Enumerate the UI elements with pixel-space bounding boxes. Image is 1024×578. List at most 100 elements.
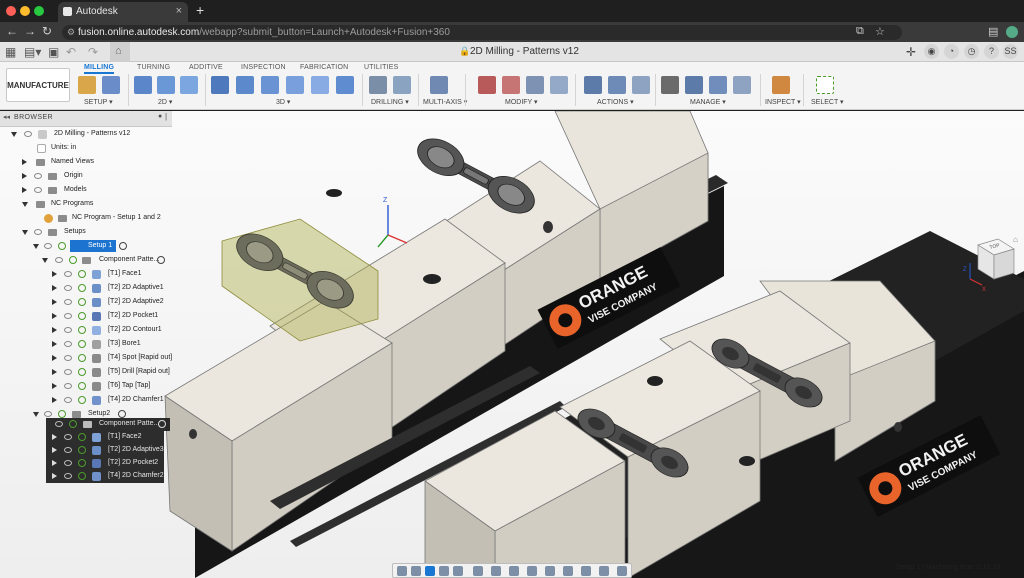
tool-library-icon[interactable]	[661, 76, 679, 94]
tree-item-setups[interactable]: Setups	[0, 226, 140, 239]
tree-item-named-views[interactable]: Named Views	[0, 156, 140, 169]
pan-icon[interactable]	[425, 566, 435, 576]
fit-icon[interactable]	[453, 566, 463, 576]
select-window-icon[interactable]	[816, 76, 834, 94]
transform-icon[interactable]	[550, 76, 568, 94]
tree-op-face2[interactable]: [T1] Face2	[46, 431, 164, 444]
swarf-icon[interactable]	[430, 76, 448, 94]
help-icon[interactable]: ?	[984, 44, 999, 59]
eye-icon[interactable]	[24, 131, 32, 137]
save-icon[interactable]: ▣	[48, 45, 59, 59]
pattern-icon[interactable]	[526, 76, 544, 94]
app-grid-icon[interactable]: ▦	[5, 45, 16, 59]
3d-adaptive-icon[interactable]	[211, 76, 229, 94]
tree-op-2d-chamfer2[interactable]: [T4] 2D Chamfer2	[46, 470, 164, 483]
tree-item-nc-programs[interactable]: NC Programs	[0, 198, 140, 211]
user-avatar[interactable]: SS	[1003, 44, 1018, 59]
group-select[interactable]: SELECT ▾	[811, 98, 844, 106]
activate-radio[interactable]	[157, 256, 165, 264]
group-actions[interactable]: ACTIONS ▾	[597, 98, 634, 106]
parallel-icon[interactable]	[286, 76, 304, 94]
tree-op-face1[interactable]: [T1] Face1	[0, 268, 180, 281]
post-process-icon[interactable]	[608, 76, 626, 94]
scissors-icon[interactable]	[478, 76, 496, 94]
activate-radio[interactable]	[158, 420, 166, 428]
grid-settings-icon[interactable]	[491, 566, 501, 576]
tree-item-component-pattern-2[interactable]: Component Patte...	[46, 418, 170, 431]
visual-style-icon[interactable]	[563, 566, 573, 576]
tree-op-spot[interactable]: [T4] Spot [Rapid out]	[0, 352, 180, 365]
camera-icon[interactable]	[527, 566, 537, 576]
tree-item-document[interactable]: 2D Milling - Patterns v12	[0, 128, 140, 141]
2d-adaptive-icon[interactable]	[134, 76, 152, 94]
setup-folder-icon[interactable]	[78, 76, 96, 94]
tab-inspection[interactable]: INSPECTION	[241, 64, 286, 71]
orbit-icon[interactable]	[397, 566, 407, 576]
tree-op-2d-chamfer1[interactable]: [T4] 2D Chamfer1	[0, 394, 180, 407]
pin-icon[interactable]: ●	[158, 113, 162, 120]
tab-fabrication[interactable]: FABRICATION	[300, 64, 348, 71]
profile-avatar[interactable]	[1006, 26, 1018, 38]
activate-radio[interactable]	[119, 242, 127, 250]
tree-item-setup-1[interactable]: Setup 1	[0, 240, 140, 253]
viewcube[interactable]: TOP Z X ⌂	[960, 235, 1020, 295]
reload-icon[interactable]: ↻	[42, 24, 52, 38]
contour-3d-icon[interactable]	[336, 76, 354, 94]
group-2d[interactable]: 2D ▾	[158, 98, 172, 106]
maximize-window-icon[interactable]	[34, 6, 44, 16]
tree-op-tap[interactable]: [T6] Tap [Tap]	[0, 380, 180, 393]
section-icon[interactable]	[599, 566, 609, 576]
refresh-icon[interactable]	[545, 566, 555, 576]
collapse-panel-icon[interactable]: ◂◂	[3, 113, 10, 121]
close-window-icon[interactable]	[6, 6, 16, 16]
file-menu-icon[interactable]: ▤▾	[24, 45, 41, 59]
display-settings-icon[interactable]	[473, 566, 483, 576]
group-manage[interactable]: MANAGE ▾	[690, 98, 726, 106]
setup-sheet-doc-icon[interactable]	[632, 76, 650, 94]
face-icon[interactable]	[180, 76, 198, 94]
post-library-icon[interactable]	[709, 76, 727, 94]
extensions-icon[interactable]: ▤	[988, 25, 998, 38]
install-app-icon[interactable]: ⧉	[856, 25, 864, 38]
back-arrow-icon[interactable]: ←	[6, 24, 18, 38]
tree-op-2d-adaptive2[interactable]: [T2] 2D Adaptive2	[0, 296, 180, 309]
simulate-icon[interactable]	[584, 76, 602, 94]
activate-radio[interactable]	[118, 410, 126, 418]
new-tab-button[interactable]: +	[196, 2, 204, 18]
panel-options-icon[interactable]: |	[165, 112, 167, 121]
group-inspect[interactable]: INSPECT ▾	[765, 98, 801, 106]
undo-icon[interactable]: ↶	[66, 45, 76, 59]
tree-item-component-pattern-1[interactable]: Component Patte...	[0, 254, 172, 267]
template-library-icon[interactable]	[733, 76, 751, 94]
group-3d[interactable]: 3D ▾	[276, 98, 290, 106]
tree-op-bore1[interactable]: [T3] Bore1	[0, 338, 180, 351]
group-setup[interactable]: SETUP ▾	[84, 98, 113, 106]
tab-milling[interactable]: MILLING	[84, 64, 115, 74]
extensions-app-icon[interactable]: ◉	[924, 44, 939, 59]
setup-sheet-icon[interactable]	[102, 76, 120, 94]
tree-op-2d-adaptive3[interactable]: [T2] 2D Adaptive3	[46, 444, 164, 457]
3d-pocket-icon[interactable]	[236, 76, 254, 94]
eye-icon[interactable]	[34, 187, 42, 193]
zoom-icon[interactable]	[439, 566, 449, 576]
tab-turning[interactable]: TURNING	[137, 64, 170, 71]
delete-toolpath-icon[interactable]	[502, 76, 520, 94]
group-drilling[interactable]: DRILLING ▾	[371, 98, 409, 106]
url-field[interactable]: ⚙ fusion.online.autodesk.com/webapp?subm…	[62, 25, 902, 40]
tab-close-button[interactable]: ×	[176, 5, 182, 17]
tree-op-2d-adaptive1[interactable]: [T2] 2D Adaptive1	[0, 282, 180, 295]
effects-icon[interactable]	[617, 566, 627, 576]
eye-icon[interactable]	[55, 257, 63, 263]
redo-icon[interactable]: ↷	[88, 45, 98, 59]
tree-item-origin[interactable]: Origin	[0, 170, 140, 183]
notifications-icon[interactable]: ◷	[964, 44, 979, 59]
tree-op-2d-pocket2[interactable]: [T2] 2D Pocket2	[46, 457, 164, 470]
measure-icon[interactable]	[772, 76, 790, 94]
steep-shallow-icon[interactable]	[261, 76, 279, 94]
new-tab-plus-icon[interactable]: ✛	[906, 45, 916, 59]
browser-tab-autodesk[interactable]: Autodesk ×	[58, 2, 188, 22]
forward-arrow-icon[interactable]: →	[24, 24, 36, 38]
hole-recognition-icon[interactable]	[393, 76, 411, 94]
viewports-icon[interactable]	[509, 566, 519, 576]
tree-op-drill[interactable]: [T5] Drill [Rapid out]	[0, 366, 180, 379]
